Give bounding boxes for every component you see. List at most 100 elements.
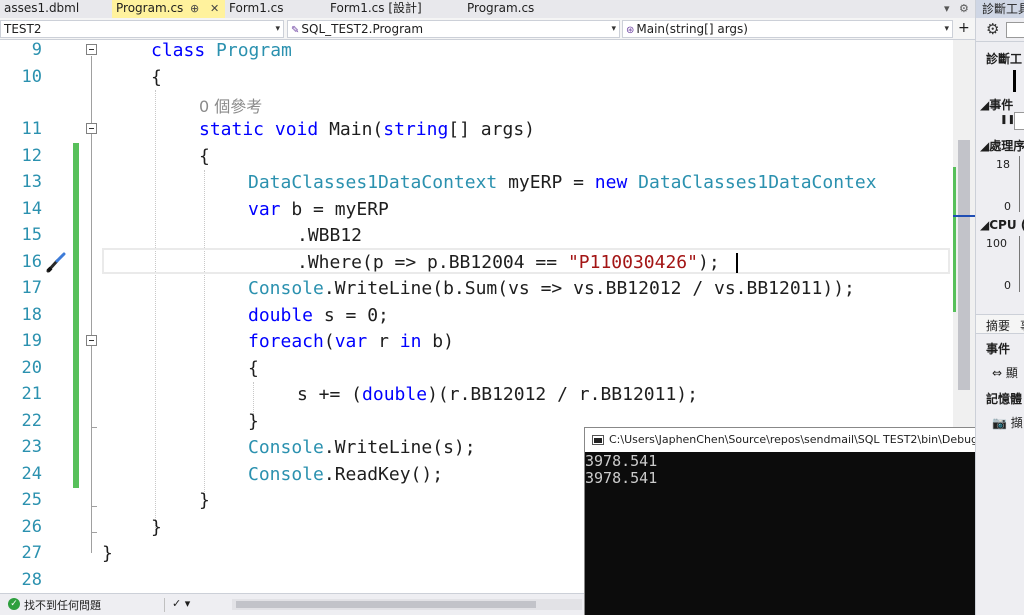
issues-status[interactable]: 找不到任何問題 <box>24 597 101 613</box>
project-dropdown[interactable]: TEST2 ▾ <box>0 20 284 38</box>
memory-usage-header: 記憶體 <box>986 392 1023 406</box>
settings-icon[interactable]: ⚙ <box>959 0 969 18</box>
type-name: DataClasses1DataContext <box>248 172 498 193</box>
console-window[interactable]: C:\Users\JaphenChen\Source\repos\sendmai… <box>584 427 975 615</box>
diagnostic-tabs: 摘要 事 <box>976 314 1024 334</box>
fold-end-tick <box>91 532 97 533</box>
code-text: s += ( <box>297 384 363 405</box>
code-line-23: Console.WriteLine(s); <box>248 437 476 458</box>
select-tools-button[interactable] <box>1006 22 1024 38</box>
line-number: 24 <box>21 464 42 484</box>
line-number: 25 <box>21 490 42 510</box>
code-line-10: { <box>151 67 162 88</box>
line-number: 11 <box>21 119 42 139</box>
code-text: .WriteLine(s); <box>323 437 476 458</box>
string-literal: "P110030426" <box>567 252 698 273</box>
indent-guide <box>155 90 156 530</box>
scrollbar-caret-marker <box>953 215 975 217</box>
type-name: Console <box>248 437 324 458</box>
events-section-header[interactable]: ◢事件 <box>980 96 1013 113</box>
keyword: double <box>362 384 428 405</box>
console-title-bar[interactable]: C:\Users\JaphenChen\Source\repos\sendmai… <box>585 428 975 452</box>
tab-program-cs[interactable]: Program.cs <box>463 0 576 18</box>
collapse-class-icon[interactable] <box>86 44 97 55</box>
tab-form1-cs[interactable]: Form1.cs <box>225 0 326 18</box>
method-icon: ⊛ <box>626 25 635 36</box>
type-name: Console <box>248 278 324 299</box>
navigation-bar: TEST2 ▾ ✎ SQL_TEST2.Program ▾ ⊛ Main(strin… <box>0 18 975 40</box>
changed-lines-indicator <box>73 143 79 488</box>
scrollbar-change-marker <box>953 167 956 312</box>
memory-axis-max: 18 <box>996 158 1010 171</box>
keyword: var <box>248 199 281 220</box>
cpu-axis-min: 0 <box>1004 279 1011 292</box>
tab-program-cs-active[interactable]: Program.cs ⊕ ✕ <box>112 0 225 18</box>
tab-summary[interactable]: 摘要 <box>986 317 1010 334</box>
tab-dataclasses-dbml[interactable]: asses1.dbml <box>0 0 112 18</box>
close-icon[interactable]: ✕ <box>210 0 219 17</box>
line-number: 15 <box>21 225 42 245</box>
reference-count-hint[interactable]: 0 個參考 <box>199 93 262 117</box>
code-line-15: .WBB12 <box>297 225 363 246</box>
document-tab-strip: asses1.dbml Program.cs ⊕ ✕ Form1.cs Form… <box>0 0 975 18</box>
code-line-22: } <box>248 411 259 432</box>
scrollbar-thumb[interactable] <box>958 140 970 390</box>
code-text: .ReadKey(); <box>323 464 444 485</box>
pin-icon[interactable]: ⊕ <box>190 0 199 17</box>
line-number: 18 <box>21 305 42 325</box>
tab-events[interactable]: 事 <box>1020 317 1024 334</box>
keyword: var <box>334 331 368 352</box>
line-number: 19 <box>21 331 42 351</box>
cpu-axis-max: 100 <box>986 237 1007 250</box>
fold-end-tick <box>91 427 97 428</box>
memory-axis-min: 0 <box>1004 200 1011 213</box>
events-header: 事件 <box>986 342 1011 356</box>
take-snapshot-link[interactable]: 📷 擷 <box>992 414 1023 431</box>
quick-actions-screwdriver-icon[interactable] <box>44 250 68 274</box>
collapse-foreach-icon[interactable] <box>86 335 97 346</box>
code-cleanup-icon[interactable]: ✓ ▾ <box>172 597 190 610</box>
chevron-down-icon: ▾ <box>944 24 949 34</box>
process-memory-section-header[interactable]: ◢處理序 <box>980 137 1024 154</box>
diagnostic-tools-panel: 診斷工具 ⚙ 診斷工 ◢事件 ❚❚ ◢處理序 18 0 ◢CPU ( 100 0… <box>975 0 1024 615</box>
pause-icon[interactable]: ❚❚ <box>1000 115 1015 125</box>
cpu-section-header[interactable]: ◢CPU ( <box>980 218 1024 232</box>
line-number: 26 <box>21 517 42 537</box>
tab-form1-design[interactable]: Form1.cs [設計] <box>326 0 463 18</box>
chevron-down-icon: ▾ <box>611 24 616 34</box>
text-caret <box>736 253 738 273</box>
code-line-17: Console.WriteLine(b.Sum(vs => vs.BB12012… <box>248 278 855 299</box>
collapse-method-icon[interactable] <box>86 123 97 134</box>
horizontal-scrollbar[interactable] <box>232 599 582 610</box>
tab-overflow-dropdown-icon[interactable]: ▾ <box>944 0 950 18</box>
line-number: 20 <box>21 358 42 378</box>
panel-title[interactable]: 診斷工具 <box>976 0 1024 18</box>
line-number: 12 <box>21 146 42 166</box>
code-line-16: .Where(p => p.BB12004 == "P110030426"); <box>297 252 720 273</box>
memory-graph <box>1019 156 1024 212</box>
indent-guide <box>204 170 205 500</box>
tab-label: asses1.dbml <box>4 1 80 15</box>
line-number: 22 <box>21 411 42 431</box>
code-text: )(r.BB12012 / r.BB12011); <box>427 384 698 405</box>
events-track <box>1014 112 1024 130</box>
project-name: TEST2 <box>4 22 42 36</box>
keyword: class <box>151 40 206 61</box>
class-dropdown[interactable]: ✎ SQL_TEST2.Program ▾ <box>287 20 620 38</box>
line-number: 17 <box>21 278 42 298</box>
code-line-27: } <box>102 543 113 564</box>
member-dropdown[interactable]: ⊛ Main(string[] args) ▾ <box>622 20 953 38</box>
divider <box>164 598 165 612</box>
scrollbar-thumb[interactable] <box>236 601 536 608</box>
line-number: 16 <box>21 252 42 272</box>
console-output-line: 3978.541 <box>585 469 658 487</box>
codelens-references[interactable]: 0 個參考 <box>199 97 262 116</box>
line-number: 28 <box>21 570 42 590</box>
split-editor-icon[interactable]: + <box>955 20 973 38</box>
code-line-20: { <box>248 358 259 379</box>
code-text: ( <box>323 331 335 352</box>
gear-icon[interactable]: ⚙ <box>986 20 999 38</box>
line-number: 13 <box>21 172 42 192</box>
code-text: b = myERP <box>291 199 389 220</box>
show-events-link[interactable]: ⇔ 顯 <box>992 364 1018 381</box>
